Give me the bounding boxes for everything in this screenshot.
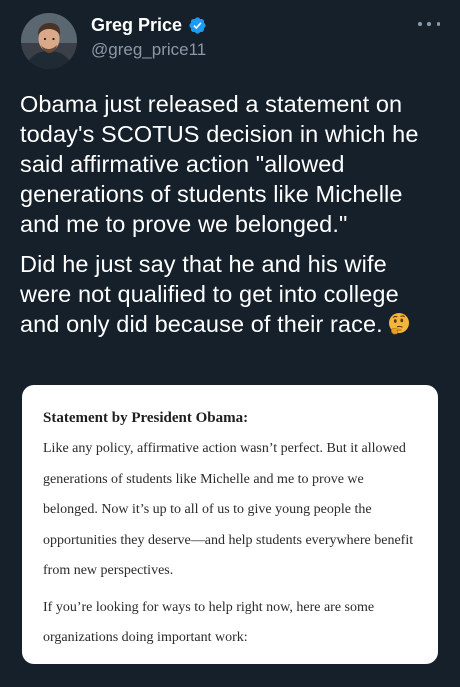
statement-heading: Statement by President Obama: [43, 410, 249, 426]
tweet-paragraph-text: Did he just say that he and his wife wer… [20, 251, 399, 337]
more-dots-icon[interactable] [418, 18, 440, 30]
thinking-face-icon [388, 313, 409, 335]
statement-paragraph: Like any policy, affirmative action wasn… [43, 441, 414, 578]
verified-badge-icon [188, 16, 207, 35]
tweet-text: Obama just released a statement on today… [20, 89, 440, 339]
author-name-row: Greg Price [91, 14, 207, 36]
tweet-paragraph: Did he just say that he and his wife wer… [20, 249, 440, 339]
avatar[interactable] [21, 13, 77, 69]
profile-photo-icon [21, 13, 77, 69]
tweet-paragraph: Obama just released a statement on today… [20, 91, 419, 237]
author-handle[interactable]: @greg_price11 [91, 40, 206, 60]
author-display-name[interactable]: Greg Price [91, 14, 182, 36]
tweet: Greg Price @greg_price11 Obama just rele… [0, 0, 460, 687]
statement-paragraph: If you’re looking for ways to help right… [43, 599, 375, 646]
statement-card-image[interactable]: Statement by President Obama: Like any p… [22, 385, 438, 664]
